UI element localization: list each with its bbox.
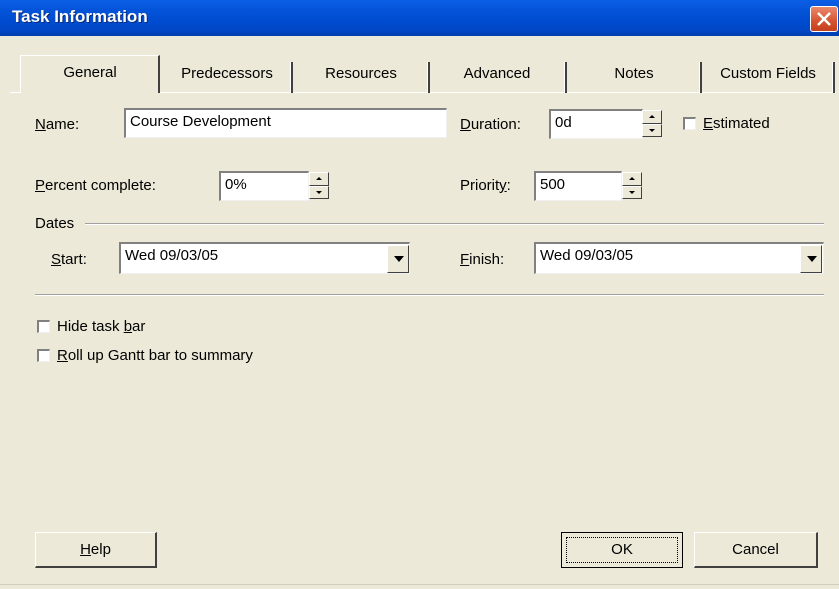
close-icon (817, 12, 831, 26)
tab-custom-fields[interactable]: Custom Fields (705, 58, 831, 91)
tab-divider (427, 62, 430, 93)
stepper-down-button[interactable] (642, 123, 662, 137)
dialog-title: Task Information (12, 7, 148, 26)
percent-complete-stepper[interactable] (309, 172, 329, 199)
name-label: Name: (35, 116, 80, 133)
arrow-up-icon (316, 177, 322, 180)
finish-date-field[interactable]: Wed 09/03/05 (534, 242, 824, 274)
percent-complete-label: Percent complete: (35, 177, 156, 194)
tab-divider (832, 62, 835, 93)
tab-divider (564, 62, 567, 93)
estimated-checkbox[interactable] (683, 117, 696, 130)
finish-label: Finish: (460, 251, 505, 268)
tab-divider (290, 62, 293, 93)
start-date-field[interactable]: Wed 09/03/05 (119, 242, 410, 274)
arrow-down-icon (649, 128, 655, 132)
duration-stepper[interactable] (642, 110, 662, 137)
dates-divider (85, 223, 824, 225)
stepper-up-button[interactable] (622, 172, 642, 186)
help-button[interactable]: Help (35, 532, 157, 568)
hide-task-bar-label[interactable]: Hide task bar (57, 318, 145, 335)
task-information-dialog: Task Information General Predecessors Re… (0, 0, 839, 589)
percent-complete-input[interactable]: 0% (219, 171, 309, 201)
arrow-down-icon (629, 190, 635, 194)
dropdown-arrow-icon (807, 256, 817, 262)
arrow-up-icon (649, 115, 655, 118)
roll-up-checkbox[interactable] (37, 349, 50, 362)
stepper-down-button[interactable] (309, 185, 329, 199)
focus-rectangle (566, 537, 678, 563)
start-date-dropdown-button[interactable] (387, 245, 409, 273)
dialog-bottom-edge (0, 584, 839, 589)
title-bar[interactable]: Task Information (0, 0, 839, 36)
tab-notes[interactable]: Notes (570, 58, 698, 91)
cancel-button[interactable]: Cancel (694, 532, 818, 568)
tab-general[interactable]: General (22, 57, 158, 90)
section-divider (35, 294, 824, 296)
arrow-down-icon (316, 190, 322, 194)
duration-label: Duration: (460, 116, 521, 133)
priority-input[interactable]: 500 (534, 171, 622, 201)
name-input[interactable]: Course Development (124, 108, 447, 138)
dates-group-label: Dates (35, 215, 75, 232)
hide-task-bar-checkbox[interactable] (37, 320, 50, 333)
tab-resources[interactable]: Resources (296, 58, 426, 91)
duration-input[interactable]: 0d (549, 109, 643, 139)
start-label: Start: (51, 251, 87, 268)
ok-button[interactable]: OK (561, 532, 683, 568)
stepper-down-button[interactable] (622, 185, 642, 199)
close-button[interactable] (810, 6, 838, 32)
arrow-up-icon (629, 177, 635, 180)
tab-predecessors[interactable]: Predecessors (162, 58, 292, 91)
stepper-up-button[interactable] (309, 172, 329, 186)
priority-label: Priority: (460, 177, 511, 194)
tab-advanced[interactable]: Advanced (432, 58, 562, 91)
roll-up-label[interactable]: Roll up Gantt bar to summary (57, 347, 253, 364)
dropdown-arrow-icon (394, 256, 404, 262)
estimated-label[interactable]: Estimated (703, 115, 770, 132)
priority-stepper[interactable] (622, 172, 642, 199)
finish-date-dropdown-button[interactable] (800, 245, 822, 273)
tab-divider (699, 62, 702, 93)
stepper-up-button[interactable] (642, 110, 662, 124)
